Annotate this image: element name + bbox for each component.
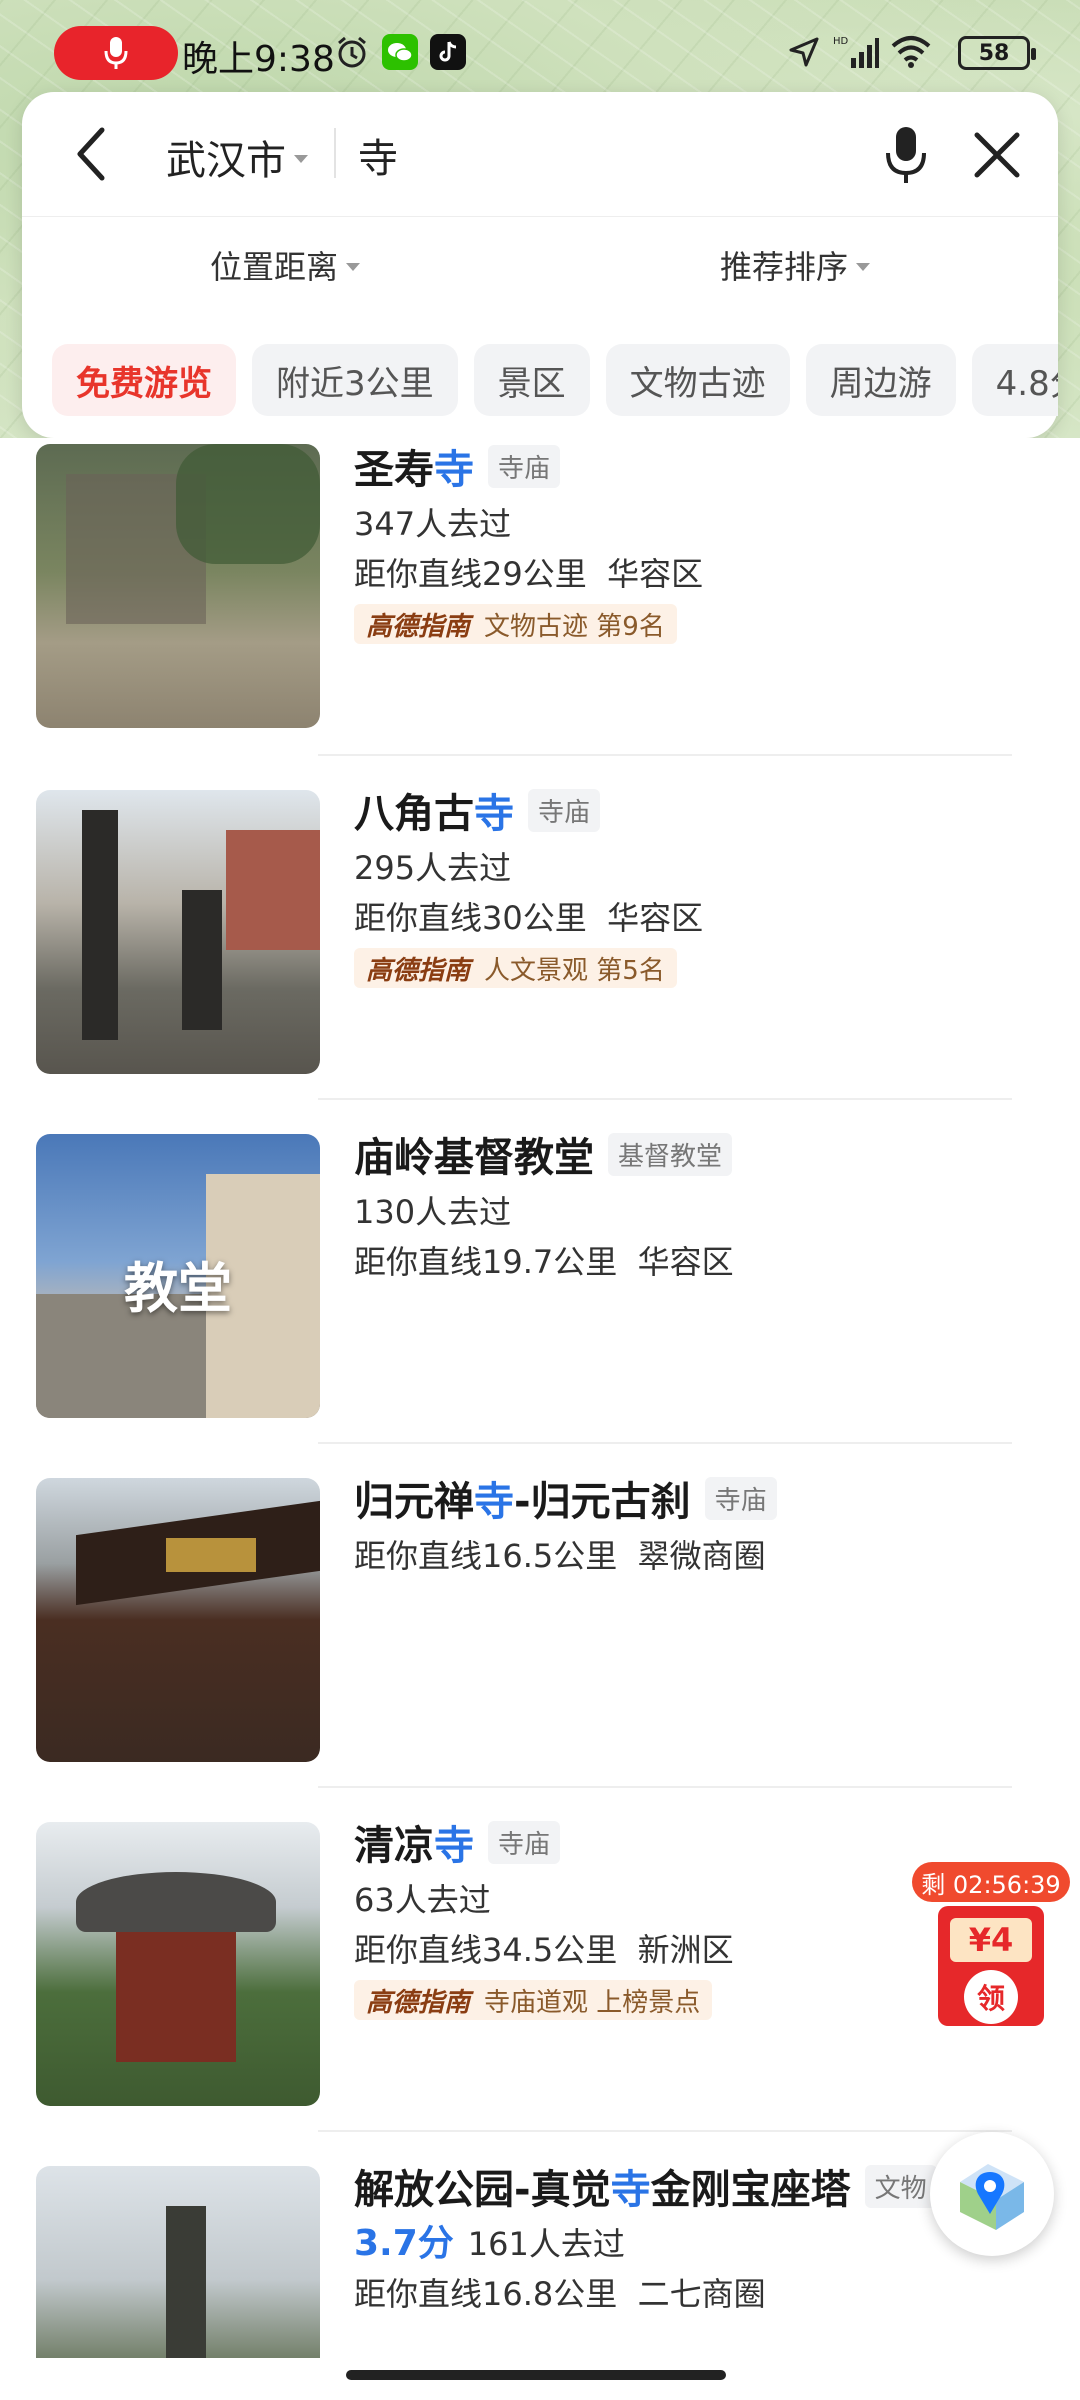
category-tag: 寺庙	[528, 788, 601, 832]
guide-badge[interactable]: 高德指南 人文景观 第5名	[354, 948, 677, 988]
list-item[interactable]: 八角古寺 寺庙 295人去过 距你直线30公里 华容区 高德指南 人文景观 第5名	[36, 782, 1048, 1126]
chip-nearby[interactable]: 附近3公里	[252, 344, 458, 416]
place-photo	[36, 2166, 320, 2358]
distance-line: 距你直线19.7公里 华容区	[354, 1243, 734, 1281]
quick-filter-chips: 免费游览 附近3公里 景区 文物古迹 周边游 4.8分	[52, 344, 1058, 416]
chip-rating[interactable]: 4.8分	[971, 344, 1058, 416]
place-name: 八角古寺	[354, 791, 514, 837]
map-pin-icon	[960, 2164, 1024, 2230]
guide-badge[interactable]: 高德指南 文物古迹 第9名	[354, 604, 677, 644]
sort-filter[interactable]: 推荐排序	[720, 242, 871, 288]
microphone-icon	[104, 37, 128, 69]
wechat-icon	[380, 32, 420, 72]
close-icon	[974, 132, 1020, 178]
divider	[318, 1786, 1012, 1788]
rating-score: 3.7分	[354, 2223, 454, 2264]
chip-free[interactable]: 免费游览	[52, 344, 236, 416]
results-list: 圣寿寺 寺庙 347人去过 距你直线29公里 华容区 高德指南 文物古迹 第9名 …	[0, 438, 1080, 2358]
place-name: 圣寿寺	[354, 447, 474, 493]
chip-scenic[interactable]: 景区	[473, 344, 590, 416]
divider	[318, 1442, 1012, 1444]
divider	[318, 1098, 1012, 1100]
distance-filter[interactable]: 位置距离	[210, 242, 361, 288]
coupon-widget[interactable]: 剩 02:56:39 ¥4 领	[912, 1862, 1070, 2050]
coupon-amount: ¥4	[950, 1918, 1032, 1962]
location-arrow-icon	[784, 32, 824, 72]
category-tag: 寺庙	[704, 1476, 777, 1520]
divider	[22, 216, 1058, 217]
wifi-icon	[888, 32, 934, 72]
search-panel: 武汉市 寺 位置距离 推荐排序 免费游览 附近3公里 景区 文物古迹 周边游 4…	[22, 92, 1058, 438]
svg-text:HD: HD	[833, 36, 849, 47]
city-label: 武汉市	[166, 138, 286, 184]
list-item[interactable]: 解放公园-真觉寺金刚宝座塔 文物 3.7分 161人去过 距你直线16.8公里 二…	[36, 2158, 1048, 2358]
category-tag: 寺庙	[488, 1820, 561, 1864]
category-tag: 文物	[864, 2164, 937, 2208]
city-selector[interactable]: 武汉市	[166, 128, 308, 186]
place-name: 清凉寺	[354, 1823, 474, 1869]
claim-button[interactable]: 领	[964, 1970, 1018, 2024]
place-photo: 教堂	[36, 1134, 320, 1418]
sort-filter-label: 推荐排序	[720, 248, 849, 286]
recording-indicator[interactable]	[54, 26, 178, 80]
voice-search-button[interactable]	[874, 120, 938, 190]
divider	[318, 2130, 1012, 2132]
battery-indicator: 58	[958, 36, 1036, 70]
visit-count: 295人去过	[354, 849, 512, 887]
place-photo	[36, 444, 320, 728]
place-photo	[36, 790, 320, 1074]
visit-count: 130人去过	[354, 1193, 512, 1231]
place-photo	[36, 1822, 320, 2106]
place-info: 归元禅寺-归元古刹 寺庙 距你直线16.5公里 翠微商圈	[354, 1470, 1054, 1576]
tiktok-icon	[428, 32, 468, 72]
chip-nearby-trips[interactable]: 周边游	[805, 344, 956, 416]
list-item[interactable]: 教堂 庙岭基督教堂 基督教堂 130人去过 距你直线19.7公里 华容区	[36, 1126, 1048, 1470]
caret-down-icon	[294, 155, 308, 163]
home-indicator[interactable]	[346, 2370, 726, 2380]
list-item[interactable]: 圣寿寺 寺庙 347人去过 距你直线29公里 华容区 高德指南 文物古迹 第9名	[36, 438, 1048, 782]
coupon-timer: 剩 02:56:39	[912, 1862, 1070, 1902]
distance-line: 距你直线30公里 华容区	[354, 899, 704, 937]
microphone-icon	[886, 127, 926, 183]
list-item[interactable]: 归元禅寺-归元古刹 寺庙 距你直线16.5公里 翠微商圈	[36, 1470, 1048, 1814]
category-tag: 基督教堂	[608, 1132, 733, 1176]
clear-button[interactable]	[962, 120, 1032, 190]
chevron-left-icon	[77, 127, 105, 181]
place-info: 圣寿寺 寺庙 347人去过 距你直线29公里 华容区 高德指南 文物古迹 第9名	[354, 438, 1054, 644]
list-item[interactable]: 清凉寺 寺庙 63人去过 距你直线34.5公里 新洲区 高德指南 寺庙道观 上榜景…	[36, 1814, 1048, 2158]
divider	[334, 128, 336, 178]
signal-icon: HD	[830, 32, 880, 72]
divider	[318, 754, 1012, 756]
alarm-icon	[332, 32, 372, 72]
visit-count: 347人去过	[354, 505, 512, 543]
place-name: 归元禅寺-归元古刹	[354, 1479, 691, 1525]
back-button[interactable]	[60, 122, 124, 186]
chip-heritage[interactable]: 文物古迹	[605, 344, 790, 416]
place-info: 八角古寺 寺庙 295人去过 距你直线30公里 华容区 高德指南 人文景观 第5名	[354, 782, 1054, 988]
guide-badge[interactable]: 高德指南 寺庙道观 上榜景点	[354, 1980, 713, 2020]
place-photo	[36, 1478, 320, 1762]
map-view-button[interactable]	[930, 2132, 1054, 2256]
image-caption: 教堂	[124, 1257, 232, 1320]
red-envelope-icon: ¥4 领	[938, 1906, 1044, 2026]
distance-filter-label: 位置距离	[210, 248, 339, 286]
caret-down-icon	[856, 263, 871, 271]
place-name: 庙岭基督教堂	[354, 1135, 594, 1181]
category-tag: 寺庙	[488, 444, 561, 488]
caret-down-icon	[346, 263, 361, 271]
distance-line: 距你直线16.5公里 翠微商圈	[354, 1537, 766, 1575]
distance-line: 距你直线29公里 华容区	[354, 555, 704, 593]
place-name: 解放公园-真觉寺金刚宝座塔	[354, 2167, 851, 2213]
clock: 晚上9:38	[182, 39, 335, 80]
distance-line: 距你直线16.8公里 二七商圈	[354, 2275, 766, 2313]
place-info: 庙岭基督教堂 基督教堂 130人去过 距你直线19.7公里 华容区	[354, 1126, 1054, 1282]
search-input[interactable]: 寺	[358, 126, 398, 184]
